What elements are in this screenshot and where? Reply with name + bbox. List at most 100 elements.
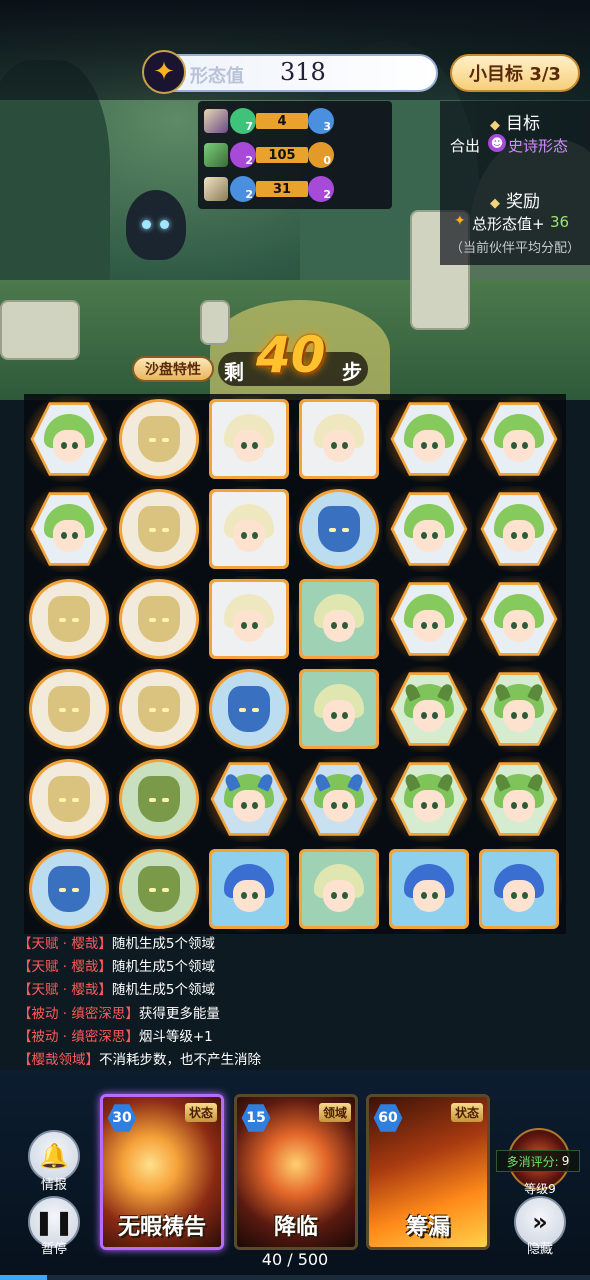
skill-card-wuxia-prayer[interactable]: 30 状态 无暇祷告 [100,1094,224,1250]
beast-eye [162,438,169,442]
board-cell-elf[interactable] [474,394,564,484]
eye [421,622,427,629]
board-cell-elf[interactable] [384,574,474,664]
eye [252,442,258,449]
beast-eye [72,708,79,712]
board-cell-bluebeast[interactable] [24,844,114,934]
eye [342,892,348,899]
skin [233,520,265,552]
greenbeast-portrait-icon [134,774,184,824]
board-cell-bluehelm[interactable] [204,844,294,934]
beast-mask [48,866,90,912]
beast-eye [72,798,79,802]
beast-mask [138,596,180,642]
tile-bluebeast [32,852,106,926]
beast-eye [59,798,66,802]
board-cell-blueram[interactable] [204,754,294,844]
beast-portrait-icon [134,594,184,644]
board-cell-horngirl[interactable] [474,664,564,754]
horngirl-portrait-icon [403,772,455,824]
board-cell-greenbeast[interactable] [114,844,204,934]
board-cell-elf[interactable] [474,484,564,574]
beast-eye [252,708,259,712]
board-cell-beast[interactable] [114,394,204,484]
skin [323,430,355,462]
skill-card-chouluo[interactable]: 60 状态 筹漏 [366,1094,490,1250]
board-cell-beast[interactable] [24,754,114,844]
board-cell-bluehelm[interactable] [474,844,564,934]
tile-knight [302,402,376,476]
mini-goal-button[interactable]: 小目标 3/3 [450,54,580,92]
board-cell-beast[interactable] [114,574,204,664]
board-cell-knight[interactable] [294,394,384,484]
tile-leafgirl [302,672,376,746]
board-cell-leafgirl[interactable] [294,844,384,934]
skin [323,700,355,732]
board-cell-beast[interactable] [114,484,204,574]
board-cell-elf[interactable] [24,394,114,484]
eye [421,532,427,539]
objective-target-prefix: 合出 [450,137,481,155]
move-count-bar: 105 [256,147,308,163]
objective-panel: ◆ 目标 合出 ☻ 史诗形态 ◆ 奖励 ✦ 总形态值+ 36 （当前伙伴平均分配） [440,101,590,265]
move-row: 2 105 0 [204,141,388,169]
battle-log: 【天赋 · 樱哉】随机生成5个领域 【天赋 · 樱哉】随机生成5个领域 【天赋 … [18,932,398,1071]
skill-card-descend[interactable]: 15 领域 降临 [234,1094,358,1250]
board-cell-horngirl[interactable] [384,754,474,844]
elf-portrait-icon [494,414,544,464]
eye [511,442,517,449]
board-cell-bluebeast[interactable] [294,484,384,574]
form-star-icon: ✦ [142,50,186,94]
skin [413,430,445,462]
skin [413,790,445,822]
board-cell-blueram[interactable] [294,754,384,844]
board-cell-horngirl[interactable] [474,754,564,844]
bluehelm-portrait-icon [404,864,454,914]
board-cell-elf[interactable] [384,394,474,484]
board-cell-knight[interactable] [204,574,294,664]
orb-count: 3 [323,120,331,133]
eye [241,622,247,629]
match-moves-panel: 7 4 3 2 105 0 2 31 2 [198,101,392,209]
beast-mask [138,506,180,552]
board-cell-beast[interactable] [114,664,204,754]
eye [421,802,427,809]
tile-beast [32,672,106,746]
skin [503,610,535,642]
log-line: 【樱哉领域】不消耗步数，也不产生消除 [18,1051,261,1068]
tile-bluehelm [392,852,466,926]
board-cell-knight[interactable] [204,394,294,484]
sandbox-feature-button[interactable]: 沙盘特性 [132,356,214,382]
skin [503,520,535,552]
board-cell-knight[interactable] [204,484,294,574]
bluebeast-portrait-icon [44,864,94,914]
skin [233,430,265,462]
board-cell-beast[interactable] [24,664,114,754]
board-cell-bluebeast[interactable] [204,664,294,754]
objective-target-title: ◆ 目标 [490,114,540,134]
board-cell-bluehelm[interactable] [384,844,474,934]
card-type: 领域 [318,1103,351,1122]
eye [331,622,337,629]
orb-count: 2 [245,188,253,201]
board-cell-elf[interactable] [474,574,564,664]
beast-mask [138,416,180,462]
board-cell-elf[interactable] [24,484,114,574]
tile-bluebeast [302,492,376,566]
board-cell-horngirl[interactable] [384,664,474,754]
board-cell-leafgirl[interactable] [294,664,384,754]
board-cell-elf[interactable] [384,484,474,574]
eye [432,442,438,449]
knight-portrait-icon [224,594,274,644]
board-cell-leafgirl[interactable] [294,574,384,664]
orb-count: 2 [323,188,331,201]
elf-portrait-icon [494,594,544,644]
skin [53,520,85,552]
elf-portrait-icon [404,414,454,464]
board-cell-beast[interactable] [24,574,114,664]
eye [241,442,247,449]
elf-portrait-icon [44,414,94,464]
board-cell-greenbeast[interactable] [114,754,204,844]
eye [342,802,348,809]
skin [413,520,445,552]
